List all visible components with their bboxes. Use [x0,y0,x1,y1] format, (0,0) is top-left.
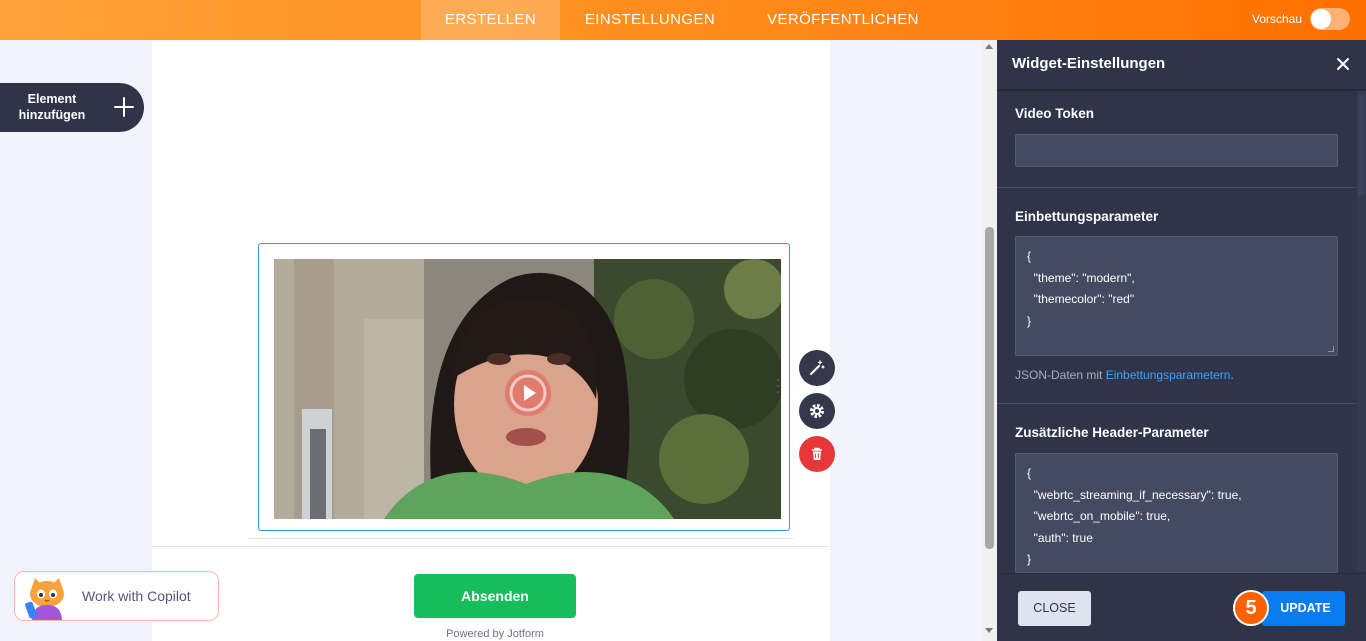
header-params-label: Zusätzliche Header-Parameter [1015,425,1209,440]
embed-params-label: Einbettungsparameter [1015,209,1159,224]
header-params-textarea[interactable]: { "webrtc_streaming_if_necessary": true,… [1015,453,1338,573]
scroll-down-icon[interactable] [985,628,993,633]
video-token-label: Video Token [1015,106,1095,121]
close-button[interactable]: CLOSE [1018,591,1091,626]
tab-veroeffentlichen[interactable]: VERÖFFENTLICHEN [750,0,936,40]
magic-wand-icon [809,360,825,376]
tab-einstellungen[interactable]: EINSTELLUNGEN [566,0,734,40]
magic-wand-button[interactable] [799,350,835,386]
help-prefix: JSON-Daten mit [1015,368,1106,382]
trash-icon [812,447,822,460]
panel-header-divider [997,89,1366,91]
tab-erstellen[interactable]: ERSTELLEN [421,0,560,40]
drag-handle-icon[interactable] [775,378,781,394]
video-token-input[interactable] [1015,134,1338,167]
embed-params-help: JSON-Daten mit Einbettungsparametern. [1015,368,1234,382]
add-element-button[interactable]: Element hinzufügen [0,83,144,132]
field-separator [248,538,794,539]
add-element-label: Element hinzufügen [18,92,86,122]
resize-grip-icon[interactable] [1328,346,1334,352]
panel-scrollbar-thumb[interactable] [1358,95,1365,195]
step-badge: 5 [1233,590,1269,626]
scrollbar-thumb[interactable] [985,227,994,549]
embed-params-link[interactable]: Einbettungsparametern [1106,368,1231,382]
powered-by-text: Powered by Jotform [446,628,544,640]
preview-label: Vorschau [1252,12,1303,26]
panel-title: Widget-Einstellungen [1012,55,1166,72]
update-button[interactable]: UPDATE [1262,591,1345,626]
help-suffix: . [1230,368,1234,382]
preview-toggle[interactable] [1310,8,1350,30]
copilot-cat-icon [25,578,64,620]
embed-params-textarea[interactable]: { "theme": "modern", "themecolor": "red"… [1015,236,1338,356]
form-divider [152,546,830,547]
play-icon [509,374,547,412]
field-settings-button[interactable] [799,393,835,429]
play-button[interactable] [505,370,551,416]
section-divider [997,403,1357,404]
section-divider [997,187,1357,188]
copilot-label: Work with Copilot [82,588,191,604]
copilot-button[interactable]: Work with Copilot [14,571,219,621]
gear-icon [810,404,824,418]
toggle-knob [1311,9,1331,29]
close-icon[interactable] [1336,57,1350,71]
plus-icon [114,97,134,117]
delete-field-button[interactable] [799,436,835,472]
submit-button[interactable]: Absenden [414,574,576,618]
scroll-up-icon[interactable] [985,44,993,49]
